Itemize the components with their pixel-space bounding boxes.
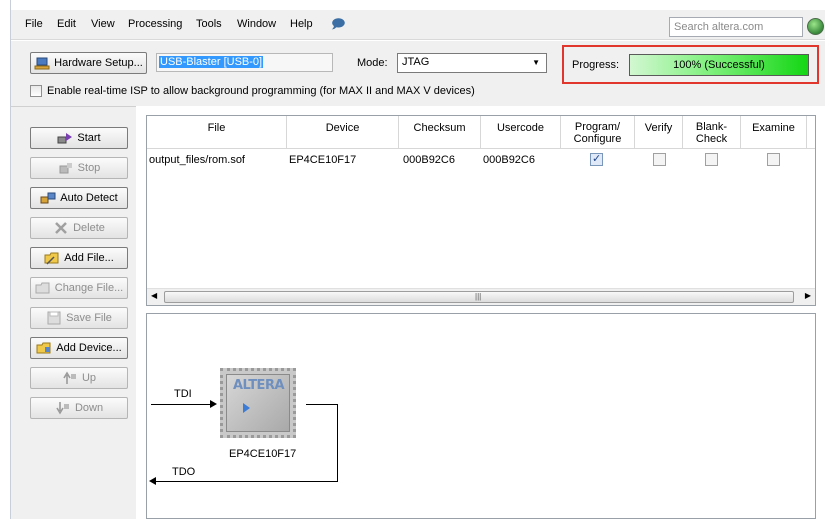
add-file-label: Add File... [64, 252, 114, 264]
programmer-options: Hardware Setup... USB-Blaster [USB-0] Mo… [11, 41, 825, 106]
change-file-button[interactable]: Change File... [30, 277, 128, 299]
menu-file[interactable]: File [25, 18, 43, 30]
column-file[interactable]: File [147, 116, 287, 149]
tdo-line-bottom [153, 481, 338, 482]
cell-device: EP4CE10F17 [289, 154, 357, 166]
hardware-value: USB-Blaster [USB-0] [159, 56, 264, 68]
menu-processing[interactable]: Processing [128, 18, 182, 30]
up-button[interactable]: Up [30, 367, 128, 389]
start-button[interactable]: Start [30, 127, 128, 149]
menu-window[interactable]: Window [237, 18, 276, 30]
change-file-label: Change File... [54, 282, 124, 294]
stop-icon [58, 161, 74, 175]
progress-bar: 100% (Successful) [629, 54, 809, 76]
add-file-icon [44, 251, 60, 265]
column-blank-check[interactable]: Blank- Check [683, 116, 741, 149]
programming-table: File Device Checksum Usercode Program/ C… [146, 115, 816, 306]
scroll-right-icon[interactable]: ▶ [805, 291, 811, 300]
auto-detect-label: Auto Detect [60, 192, 118, 204]
tdo-line-vertical [337, 404, 338, 482]
down-label: Down [74, 402, 104, 414]
column-verify[interactable]: Verify [635, 116, 683, 149]
auto-detect-icon [40, 191, 56, 205]
horizontal-scrollbar[interactable]: ◀ ||| ▶ [147, 288, 815, 305]
stop-button[interactable]: Stop [30, 157, 128, 179]
progress-highlight: Progress: 100% (Successful) [562, 45, 819, 84]
add-device-icon [36, 341, 52, 355]
column-examine[interactable]: Examine [741, 116, 807, 149]
cell-checksum: 000B92C6 [403, 154, 455, 166]
cell-usercode: 000B92C6 [483, 154, 535, 166]
action-buttons-panel: Start Stop Auto Detect Delete Add File..… [11, 106, 136, 519]
mode-select[interactable]: JTAG ▼ [397, 53, 547, 73]
background-programming-label: Enable real-time ISP to allow background… [47, 85, 475, 97]
menu-tools[interactable]: Tools [196, 18, 222, 30]
cell-file: output_files/rom.sof [149, 154, 245, 166]
background-programming-checkbox[interactable] [30, 85, 42, 97]
save-file-label: Save File [66, 312, 112, 324]
mode-value: JTAG [402, 56, 430, 68]
delete-label: Delete [73, 222, 105, 234]
hardware-icon [34, 56, 50, 70]
blank-check-checkbox[interactable] [705, 153, 718, 166]
save-file-icon [46, 311, 62, 325]
altera-logo: ALTERA [233, 378, 285, 393]
hardware-setup-button[interactable]: Hardware Setup... [30, 52, 147, 74]
chevron-down-icon: ▼ [532, 58, 540, 67]
menu-bar: File Edit View Processing Tools Window H… [11, 10, 825, 40]
start-label: Start [77, 132, 101, 144]
menu-edit[interactable]: Edit [57, 18, 76, 30]
speech-bubble-icon[interactable]: 🗩 [331, 15, 345, 37]
column-checksum[interactable]: Checksum [399, 116, 481, 149]
search-input[interactable]: Search altera.com [669, 17, 803, 37]
scroll-left-icon[interactable]: ◀ [151, 291, 157, 300]
verify-checkbox[interactable] [653, 153, 666, 166]
examine-checkbox[interactable] [767, 153, 780, 166]
grip-icon: ||| [475, 292, 482, 301]
scroll-thumb[interactable]: ||| [164, 291, 794, 303]
mode-label: Mode: [357, 57, 388, 69]
device-chip[interactable]: ALTERA [220, 368, 296, 438]
play-icon [243, 403, 250, 413]
program-configure-checkbox[interactable] [590, 152, 603, 166]
globe-search-icon[interactable] [807, 18, 824, 35]
tdo-arrow-icon [149, 477, 156, 485]
delete-icon [53, 221, 69, 235]
stop-label: Stop [77, 162, 101, 174]
window-left-margin [0, 0, 10, 519]
device-label: EP4CE10F17 [229, 448, 297, 460]
tdi-line [151, 404, 213, 405]
menu-view[interactable]: View [91, 18, 115, 30]
down-button[interactable]: Down [30, 397, 128, 419]
tdo-label: TDO [172, 466, 196, 478]
add-file-button[interactable]: Add File... [30, 247, 128, 269]
hardware-setup-label: Hardware Setup... [54, 57, 143, 69]
down-icon [55, 401, 71, 415]
delete-button[interactable]: Delete [30, 217, 128, 239]
up-label: Up [81, 372, 97, 384]
up-icon [62, 371, 78, 385]
window-right-margin [825, 0, 837, 519]
column-usercode[interactable]: Usercode [481, 116, 561, 149]
tdi-label: TDI [174, 388, 192, 400]
start-icon [57, 131, 73, 145]
tdi-arrow-icon [210, 400, 217, 408]
hardware-field[interactable]: USB-Blaster [USB-0] [156, 53, 333, 72]
tdo-line-top [306, 404, 338, 405]
menu-help[interactable]: Help [290, 18, 313, 30]
change-file-icon [35, 281, 51, 295]
progress-label: Progress: [572, 59, 620, 71]
column-program-configure[interactable]: Program/ Configure [561, 116, 635, 149]
column-device[interactable]: Device [287, 116, 399, 149]
table-header: File Device Checksum Usercode Program/ C… [147, 116, 815, 149]
progress-text: 100% (Successful) [673, 59, 765, 71]
auto-detect-button[interactable]: Auto Detect [30, 187, 128, 209]
add-device-button[interactable]: Add Device... [30, 337, 128, 359]
save-file-button[interactable]: Save File [30, 307, 128, 329]
background-programming-option[interactable]: Enable real-time ISP to allow background… [30, 85, 475, 97]
device-chip-body: ALTERA [226, 374, 290, 432]
add-device-label: Add Device... [56, 342, 122, 354]
